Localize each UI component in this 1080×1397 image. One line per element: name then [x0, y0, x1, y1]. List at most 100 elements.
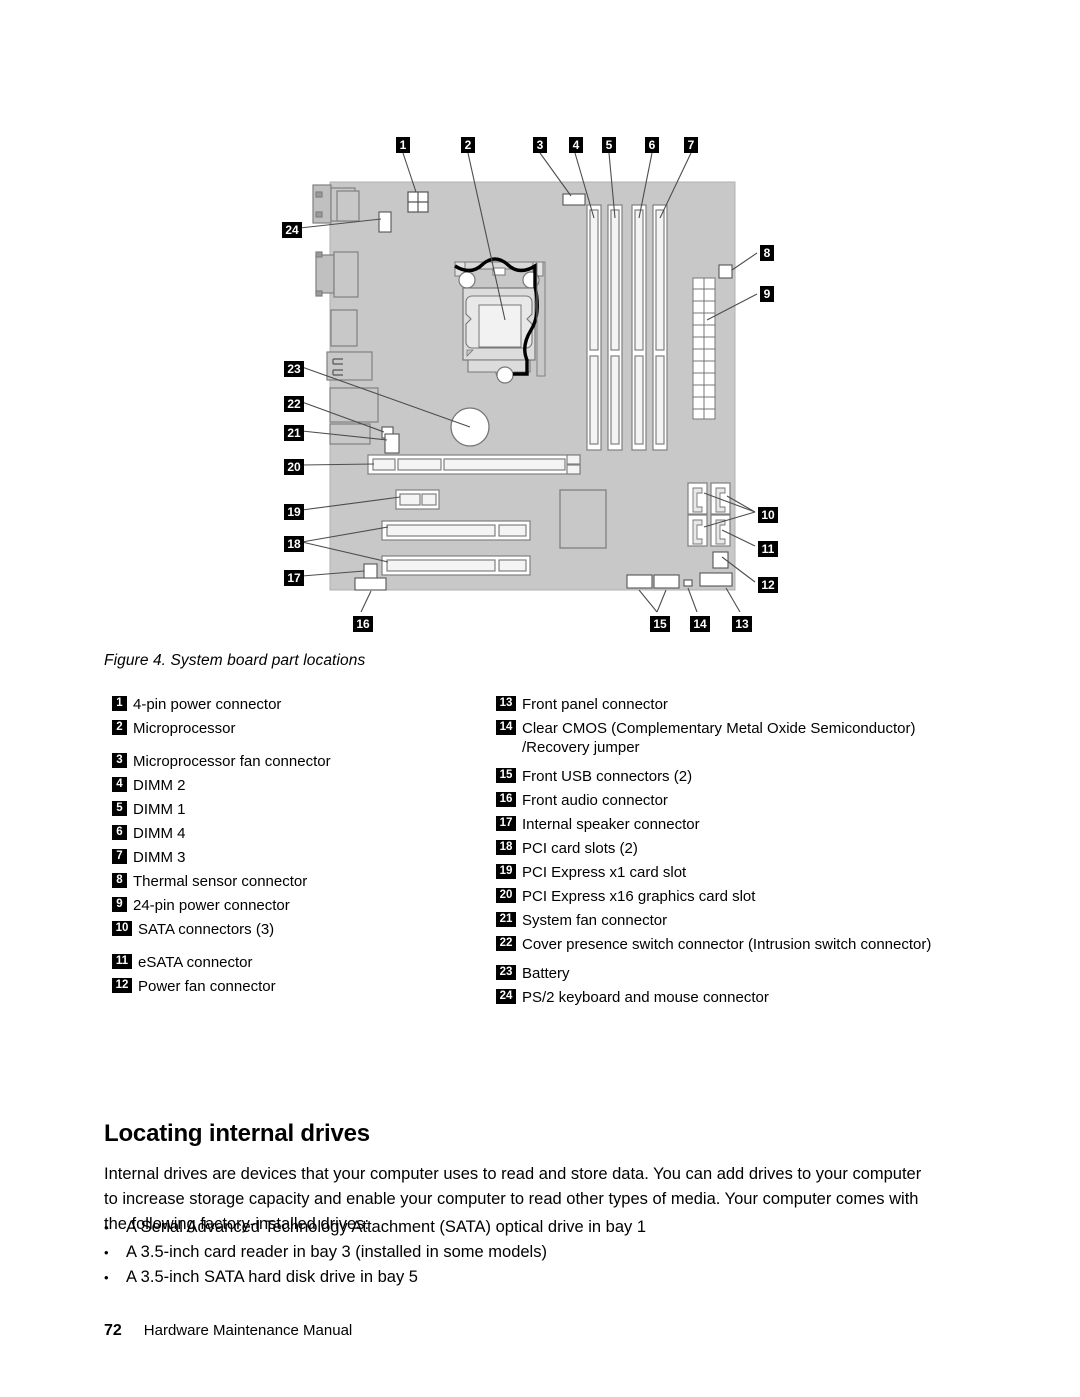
legend-label-3: Microprocessor fan connector: [133, 753, 331, 770]
legend-label-6: DIMM 4: [133, 825, 186, 842]
pci-card-slot-lower: [381, 555, 531, 576]
bullet-icon: •: [104, 1245, 109, 1260]
drive-list: • A Serial Advanced Technology Attachment…: [104, 1215, 934, 1290]
front-audio-connector: [354, 577, 387, 591]
pci-card-slot-upper: [381, 520, 531, 541]
legend-badge-11: 11: [112, 954, 132, 969]
legend-label-11: eSATA connector: [138, 954, 253, 971]
dimm-slot-4: [631, 204, 647, 451]
legend-label-20: PCI Express x16 graphics card slot: [522, 888, 756, 905]
dimm-slot-2: [586, 204, 602, 451]
legend-badge-5: 5: [112, 801, 127, 816]
page-title: Locating internal drives: [104, 1119, 370, 1147]
chipset-heatsink: [559, 489, 607, 549]
front-panel-connector: [699, 572, 733, 587]
callout-badge-11: 11: [758, 541, 778, 557]
legend-label-7: DIMM 3: [133, 849, 186, 866]
legend-item-3: 3 Microprocessor fan connector: [112, 752, 492, 771]
legend-item-1: 1 4-pin power connector: [112, 695, 492, 714]
legend-label-1: 4-pin power connector: [133, 696, 282, 713]
legend-label-8: Thermal sensor connector: [133, 873, 308, 890]
legend-badge-8: 8: [112, 873, 127, 888]
callout-badge-12: 12: [758, 577, 778, 593]
legend-item-4: 4 DIMM 2: [112, 776, 492, 795]
legend-label-9: 24-pin power connector: [133, 897, 290, 914]
legend-badge-15: 15: [496, 768, 516, 783]
legend-item-2: 2 Microprocessor: [112, 719, 492, 738]
legend-label-15: Front USB connectors (2): [522, 768, 693, 785]
legend-label-2: Microprocessor: [133, 720, 236, 737]
twentyfour-pin-power-connector: [692, 277, 716, 420]
dimm-slot-1: [607, 204, 623, 451]
legend-badge-13: 13: [496, 696, 516, 711]
legend-column-left: 1 4-pin power connector 2 Microprocessor 3 Mi…: [112, 695, 492, 1001]
callout-badge-8: 8: [760, 245, 774, 261]
legend-item-16: 16 Front audio connector: [496, 791, 966, 810]
system-board-figure: 1 2 3 4 5 6 7 8 9 10 11 12 13 14 15 16 17 18 19 20 21 22 23 24: [0, 0, 1080, 645]
legend-item-14: 14 Clear CMOS (Complementary Metal Oxide …: [496, 719, 966, 757]
legend-label-23: Battery: [522, 965, 570, 982]
callout-badge-24: 24: [282, 222, 302, 238]
callout-badge-9: 9: [760, 286, 774, 302]
callout-badge-18: 18: [284, 536, 304, 552]
legend-badge-3: 3: [112, 753, 127, 768]
list-item-label: A 3.5-inch card reader in bay 3 (install…: [126, 1243, 547, 1261]
bullet-icon: •: [104, 1270, 109, 1285]
legend-badge-10: 10: [112, 921, 132, 936]
callout-badge-17: 17: [284, 570, 304, 586]
legend-badge-4: 4: [112, 777, 127, 792]
legend-badge-9: 9: [112, 897, 127, 912]
legend-item-12: 12 Power fan connector: [112, 977, 492, 996]
legend-label-14: Clear CMOS (Complementary Metal Oxide Se…: [522, 720, 916, 756]
legend-item-6: 6 DIMM 4: [112, 824, 492, 843]
list-item: • A 3.5-inch SATA hard disk drive in bay …: [104, 1265, 934, 1290]
callout-badge-21: 21: [284, 425, 304, 441]
legend-item-13: 13 Front panel connector: [496, 695, 966, 714]
callout-badge-22: 22: [284, 396, 304, 412]
list-item-label: A Serial Advanced Technology Attachment …: [126, 1218, 647, 1236]
legend-badge-19: 19: [496, 864, 516, 879]
legend-badge-6: 6: [112, 825, 127, 840]
legend-badge-21: 21: [496, 912, 516, 927]
legend-label-19: PCI Express x1 card slot: [522, 864, 687, 881]
pcie-x1-slot: [395, 489, 440, 510]
callout-badge-5: 5: [602, 137, 616, 153]
legend-item-11: 11 eSATA connector: [112, 953, 492, 972]
figure-caption: Figure 4. System board part locations: [104, 652, 366, 669]
system-board-diagram: [299, 152, 758, 613]
callout-badge-6: 6: [645, 137, 659, 153]
legend-column-right: 13 Front panel connector 14 Clear CMOS (Com…: [496, 695, 966, 1012]
four-pin-power-connector: [407, 191, 429, 213]
legend-badge-18: 18: [496, 840, 516, 855]
legend-label-24: PS/2 keyboard and mouse connector: [522, 989, 769, 1006]
legend-item-21: 21 System fan connector: [496, 911, 966, 930]
legend-label-22: Cover presence switch connector (Intrusi…: [522, 936, 932, 953]
legend-item-18: 18 PCI card slots (2): [496, 839, 966, 858]
legend-badge-14: 14: [496, 720, 516, 735]
legend-item-20: 20 PCI Express x16 graphics card slot: [496, 887, 966, 906]
callout-badge-14: 14: [690, 616, 710, 632]
callout-badge-1: 1: [396, 137, 410, 153]
legend-badge-22: 22: [496, 936, 516, 951]
callout-badge-3: 3: [533, 137, 547, 153]
legend-badge-24: 24: [496, 989, 516, 1004]
legend-item-7: 7 DIMM 3: [112, 848, 492, 867]
clear-cmos-jumper: [683, 579, 693, 587]
callout-badge-16: 16: [353, 616, 373, 632]
legend-item-9: 9 24-pin power connector: [112, 896, 492, 915]
legend-badge-1: 1: [112, 696, 127, 711]
callout-badge-15: 15: [650, 616, 670, 632]
legend-item-5: 5 DIMM 1: [112, 800, 492, 819]
legend-item-8: 8 Thermal sensor connector: [112, 872, 492, 891]
legend-badge-23: 23: [496, 965, 516, 980]
legend-item-17: 17 Internal speaker connector: [496, 815, 966, 834]
legend-badge-7: 7: [112, 849, 127, 864]
legend-item-23: 23 Battery: [496, 964, 966, 983]
page-number: 72: [104, 1322, 122, 1339]
legend-label-21: System fan connector: [522, 912, 668, 929]
thermal-sensor-connector: [718, 264, 733, 279]
legend-item-22: 22 Cover presence switch connector (Intru…: [496, 935, 966, 954]
system-fan-connector: [384, 433, 400, 454]
legend-label-10: SATA connectors (3): [138, 921, 275, 938]
legend-label-12: Power fan connector: [138, 978, 276, 995]
